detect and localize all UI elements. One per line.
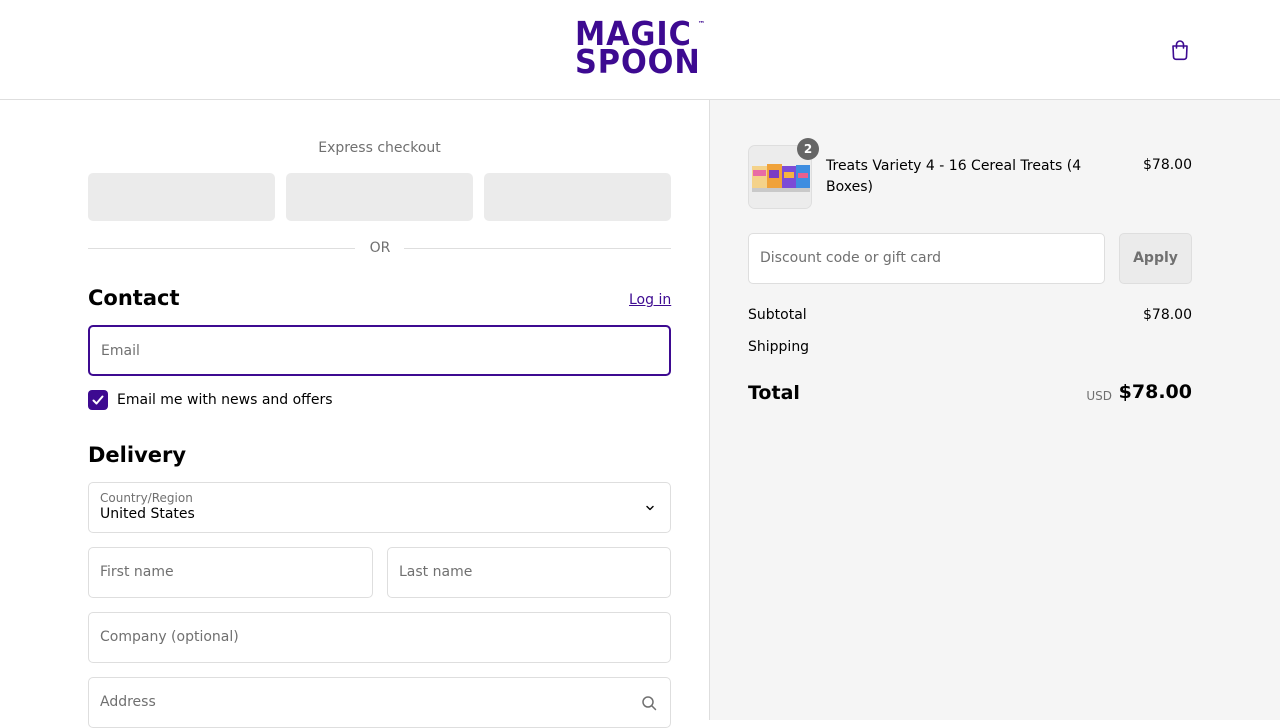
discount-code-field[interactable]: Discount code or gift card: [748, 233, 1105, 284]
email-placeholder: Email: [101, 343, 140, 359]
search-icon: [642, 696, 657, 711]
email-field[interactable]: Email: [88, 325, 671, 376]
express-pay-button-2[interactable]: [286, 173, 473, 221]
magic-spoon-logo[interactable]: MAGIC SPOON ™: [575, 17, 707, 81]
or-divider-text: OR: [369, 240, 391, 256]
cart-button[interactable]: [1168, 38, 1192, 62]
log-in-link[interactable]: Log in: [629, 292, 671, 308]
newsletter-checkbox[interactable]: [88, 390, 108, 410]
first-name-placeholder: First name: [100, 564, 174, 580]
newsletter-label: Email me with news and offers: [117, 392, 333, 408]
header: MAGIC SPOON ™: [0, 0, 1280, 100]
shipping-label: Shipping: [748, 339, 810, 355]
last-name-field[interactable]: Last name: [387, 547, 671, 598]
express-checkout-title: Express checkout: [318, 140, 441, 156]
express-pay-button-3[interactable]: [484, 173, 671, 221]
express-pay-button-1[interactable]: [88, 173, 275, 221]
product-price: $78.00: [1143, 157, 1192, 173]
product-name: Treats Variety 4 - 16 Cereal Treats (4 B…: [826, 158, 1082, 195]
divider-right: [404, 248, 671, 249]
checkmark-icon: [92, 395, 104, 405]
chevron-down-icon: [646, 505, 654, 511]
company-placeholder: Company (optional): [100, 629, 239, 645]
subtotal-label: Subtotal: [748, 307, 807, 323]
country-select[interactable]: Country/Region United States: [88, 482, 671, 533]
address-placeholder: Address: [100, 694, 156, 710]
contact-heading: Contact: [88, 286, 180, 310]
delivery-heading: Delivery: [88, 443, 187, 467]
total-value: $78.00: [1118, 381, 1192, 403]
company-field[interactable]: Company (optional): [88, 612, 671, 663]
quantity-badge: 2: [797, 138, 819, 160]
discount-placeholder: Discount code or gift card: [760, 250, 941, 266]
address-field[interactable]: Address: [88, 677, 671, 728]
logo-trademark: ™: [698, 20, 705, 28]
last-name-placeholder: Last name: [399, 564, 473, 580]
country-value: United States: [100, 506, 195, 522]
country-label: Country/Region: [100, 491, 193, 505]
logo-line-2: SPOON: [575, 42, 701, 81]
subtotal-value: $78.00: [1143, 307, 1192, 323]
apply-discount-button[interactable]: Apply: [1119, 233, 1192, 284]
first-name-field[interactable]: First name: [88, 547, 373, 598]
shopping-bag-icon: [1172, 40, 1188, 61]
total-label: Total: [748, 382, 800, 404]
divider-left: [88, 248, 355, 249]
